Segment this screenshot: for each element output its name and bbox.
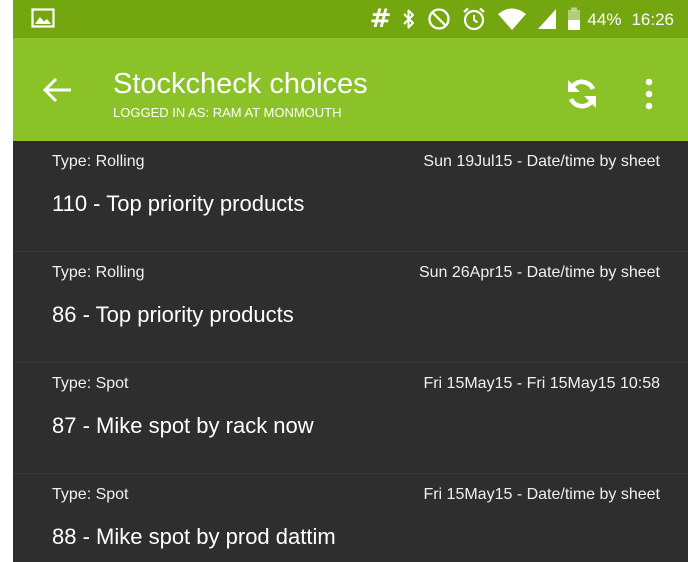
item-type: Type: Rolling: [52, 264, 145, 281]
battery-icon: [567, 7, 581, 31]
app-bar: Stockcheck choices LOGGED IN AS: RAM AT …: [13, 38, 688, 141]
list-item[interactable]: Type: Rolling Sun 26Apr15 - Date/time by…: [13, 252, 688, 363]
battery-percent: 44%: [587, 9, 622, 29]
item-date: Sun 26Apr15 - Date/time by sheet: [418, 264, 660, 281]
image-icon: [31, 8, 55, 28]
item-title: 88 - Mike spot by prod dattim: [52, 524, 336, 549]
page-title: Stockcheck choices: [113, 68, 368, 100]
logged-in-subtitle: LOGGED IN AS: RAM AT MONMOUTH: [113, 105, 342, 120]
item-date: Fri 15May15 - Fri 15May15 10:58: [423, 375, 660, 392]
list-item[interactable]: Type: Spot Fri 15May15 - Fri 15May15 10:…: [13, 363, 688, 474]
signal-icon: [537, 8, 557, 30]
wifi-icon: [497, 7, 527, 31]
app-window: # 44% 16:26 Stockcheck choices LOGGED IN…: [13, 0, 688, 562]
refresh-icon: [564, 79, 600, 116]
status-bar: # 44% 16:26: [13, 0, 688, 38]
alarm-icon: [461, 6, 487, 32]
list-item[interactable]: Type: Rolling Sun 19Jul15 - Date/time by…: [13, 141, 688, 252]
stockcheck-list: Type: Rolling Sun 19Jul15 - Date/time by…: [13, 141, 688, 562]
item-title: 86 - Top priority products: [52, 302, 294, 327]
bluetooth-icon: [401, 7, 417, 31]
arrow-back-icon: [41, 77, 73, 108]
item-title: 110 - Top priority products: [52, 191, 305, 216]
list-item[interactable]: Type: Spot Fri 15May15 - Date/time by sh…: [13, 474, 688, 562]
do-not-disturb-icon: [427, 7, 451, 31]
clock-time: 16:26: [631, 9, 674, 29]
hash-icon: #: [369, 4, 392, 34]
item-type: Type: Rolling: [52, 153, 145, 170]
back-button[interactable]: [41, 76, 73, 104]
title-block: Stockcheck choices LOGGED IN AS: RAM AT …: [113, 68, 368, 121]
more-options-button[interactable]: [641, 77, 657, 111]
item-type: Type: Spot: [52, 375, 129, 392]
status-icons: # 44% 16:26: [370, 0, 674, 38]
refresh-button[interactable]: [564, 76, 600, 112]
item-type: Type: Spot: [52, 486, 129, 503]
battery-indicator: 44%: [567, 7, 621, 31]
item-date: Fri 15May15 - Date/time by sheet: [423, 486, 660, 503]
item-date: Sun 19Jul15 - Date/time by sheet: [423, 153, 660, 170]
more-vert-icon: [641, 78, 657, 115]
item-title: 87 - Mike spot by rack now: [52, 413, 314, 438]
